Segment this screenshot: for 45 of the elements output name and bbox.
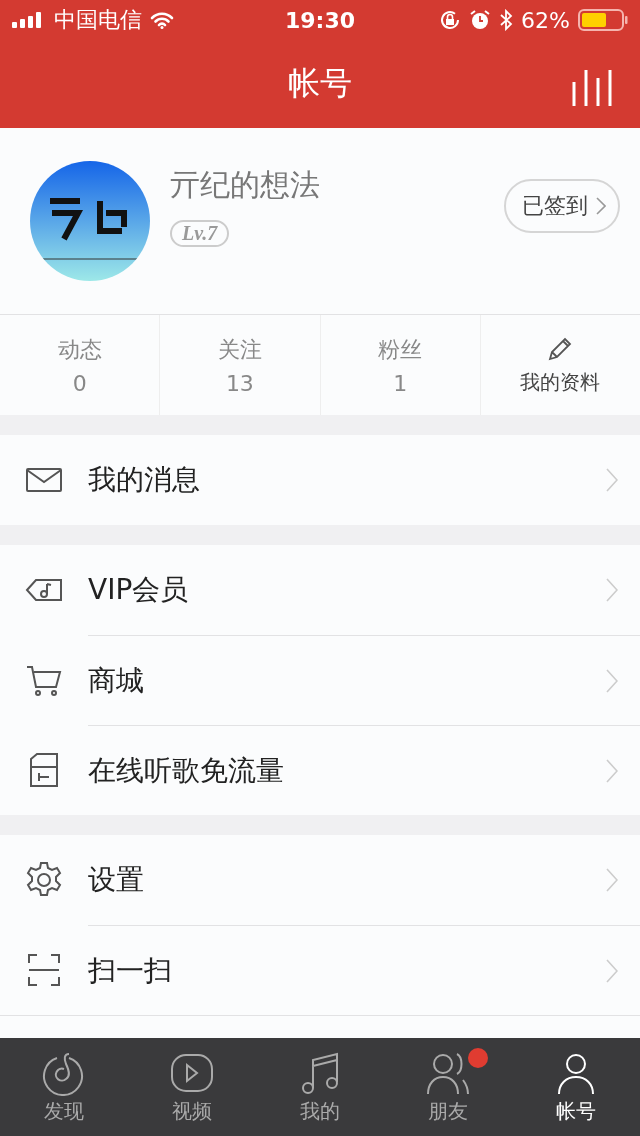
- chevron-icon: [606, 868, 618, 892]
- menu-label: 商城: [88, 662, 144, 699]
- stat-value: 13: [225, 370, 254, 396]
- menu-label: 设置: [88, 862, 144, 898]
- chevron-icon: [606, 758, 618, 783]
- tab-item[interactable]: 朋友: [384, 1038, 512, 1136]
- battery-icon: [578, 9, 628, 31]
- wifi-icon: [150, 11, 174, 29]
- scan-icon: [25, 951, 63, 989]
- menu-item[interactable]: 在线听歌免流量: [0, 725, 640, 815]
- header-title: 帐号: [288, 63, 352, 104]
- tab-item[interactable]: 帐号: [512, 1038, 640, 1136]
- menu-label: 在线听歌免流量: [88, 752, 284, 789]
- rotation-lock-icon: [439, 9, 462, 31]
- username: 亓纪的想法: [170, 166, 320, 204]
- chevron-icon: [606, 958, 618, 983]
- alarm-icon: [469, 9, 492, 31]
- tab-item[interactable]: 视频: [128, 1038, 256, 1136]
- menu-label: VIP会员: [88, 572, 189, 608]
- chevron-icon: [606, 468, 618, 492]
- battery-percent: 62%: [521, 7, 570, 33]
- menu-item[interactable]: 设置: [0, 835, 640, 925]
- stat-value: 0: [72, 370, 87, 396]
- checkin-button[interactable]: 已签到: [504, 179, 620, 233]
- my-profile-link[interactable]: 我的资料: [520, 368, 601, 396]
- status-time: 19:30: [285, 7, 355, 33]
- menu-item[interactable]: VIP会员: [0, 545, 640, 635]
- carrier-name: 中国电信: [54, 6, 142, 34]
- stat-item[interactable]: 粉丝 1: [319, 315, 480, 415]
- menu-label: 扫一扫: [88, 952, 172, 989]
- stat-label: 关注: [217, 335, 262, 364]
- settings-icon: [25, 861, 63, 899]
- stat-value: 1: [393, 370, 408, 396]
- chevron-icon: [606, 668, 618, 693]
- level-badge: Lv.7: [170, 220, 230, 247]
- stat-label: 粉丝: [378, 335, 423, 364]
- tab-item[interactable]: 我的: [256, 1038, 384, 1136]
- menu-item[interactable]: 我的消息: [0, 435, 640, 525]
- menu-label: 我的消息: [88, 462, 200, 498]
- tab-item[interactable]: 发现: [0, 1038, 128, 1136]
- chevron-icon: [606, 578, 618, 602]
- stat-label: 动态: [57, 335, 102, 364]
- chevron-icon: [596, 197, 606, 215]
- menu-item[interactable]: 商城: [0, 635, 640, 725]
- bluetooth-icon: [499, 9, 514, 31]
